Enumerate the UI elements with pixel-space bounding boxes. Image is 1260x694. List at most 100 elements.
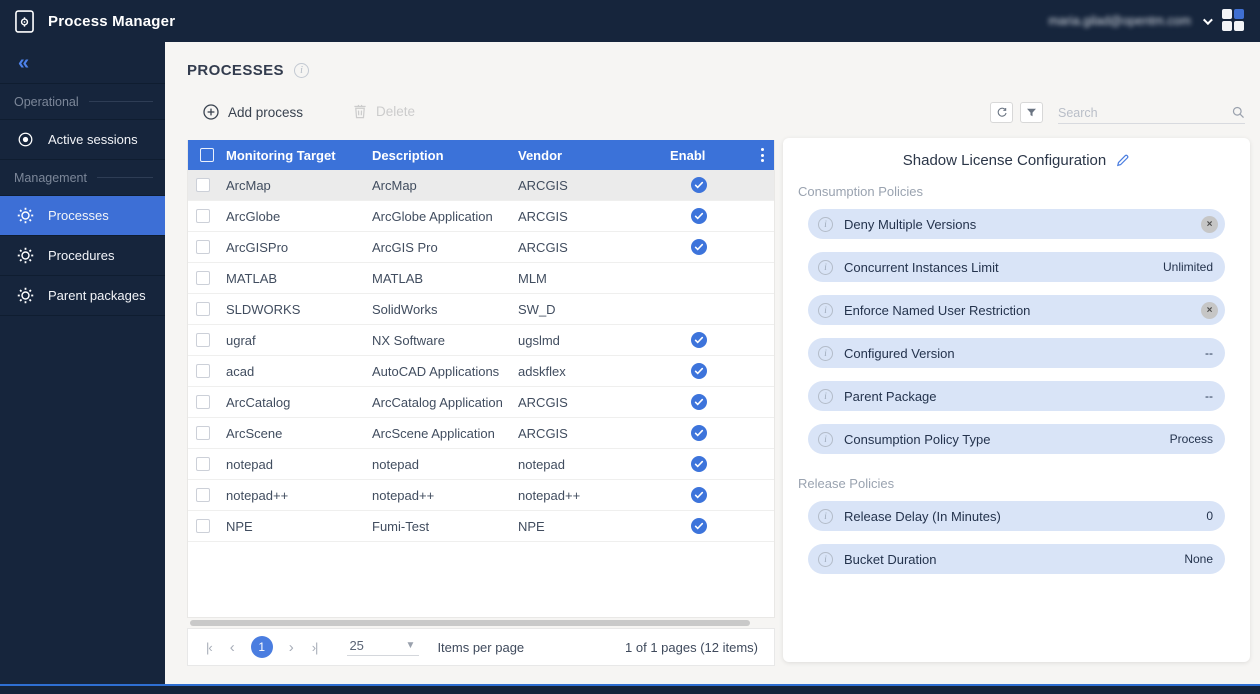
policy-info-icon[interactable]: i — [818, 260, 833, 275]
cell-monitoring-target: ArcGISPro — [218, 240, 364, 255]
policy-value: -- — [1205, 346, 1218, 360]
last-page-button[interactable]: ›| — [312, 640, 318, 655]
row-checkbox[interactable] — [196, 240, 210, 254]
policy-label: Parent Package — [844, 389, 937, 404]
column-header-vendor[interactable]: Vendor — [510, 148, 662, 163]
row-checkbox[interactable] — [196, 333, 210, 347]
row-checkbox[interactable] — [196, 209, 210, 223]
first-page-button[interactable]: |‹ — [206, 640, 212, 655]
policy-info-icon[interactable]: i — [818, 552, 833, 567]
cell-vendor: notepad++ — [510, 488, 662, 503]
row-checkbox[interactable] — [196, 457, 210, 471]
table-row[interactable]: ArcSceneArcScene ApplicationARCGIS — [188, 418, 774, 449]
cell-description: notepad — [364, 457, 510, 472]
policy-pill: iDeny Multiple Versions× — [808, 209, 1225, 239]
table-row[interactable]: notepad++notepad++notepad++ — [188, 480, 774, 511]
grid-square — [1234, 21, 1244, 31]
table-row[interactable]: SLDWORKSSolidWorksSW_D — [188, 294, 774, 325]
user-email[interactable]: maria.gilad@opentm.com — [1048, 14, 1191, 28]
table-row[interactable]: MATLABMATLABMLM — [188, 263, 774, 294]
search-box — [1058, 102, 1245, 124]
column-header-description[interactable]: Description — [364, 148, 510, 163]
row-checkbox[interactable] — [196, 426, 210, 440]
policy-info-icon[interactable]: i — [818, 217, 833, 232]
row-checkbox[interactable] — [196, 271, 210, 285]
policy-info-icon[interactable]: i — [818, 432, 833, 447]
refresh-button[interactable] — [990, 102, 1013, 123]
row-checkbox[interactable] — [196, 364, 210, 378]
enabled-check-icon — [691, 363, 707, 379]
page-size-select[interactable]: 25 ▼ — [347, 638, 419, 656]
refresh-icon — [996, 107, 1008, 119]
user-menu-chevron-icon[interactable] — [1203, 15, 1213, 25]
cell-vendor: ugslmd — [510, 333, 662, 348]
cell-monitoring-target: notepad++ — [218, 488, 364, 503]
cell-vendor: adskflex — [510, 364, 662, 379]
policy-info-icon[interactable]: i — [818, 346, 833, 361]
sidebar-item-procedures[interactable]: Procedures — [0, 236, 165, 276]
policy-label: Consumption Policy Type — [844, 432, 990, 447]
sidebar-item-label: Active sessions — [48, 132, 138, 147]
row-checkbox[interactable] — [196, 395, 210, 409]
enabled-check-icon — [691, 394, 707, 410]
policy-info-icon[interactable]: i — [818, 509, 833, 524]
column-header-monitoring-target[interactable]: Monitoring Target — [218, 148, 364, 163]
search-icon — [1232, 106, 1245, 119]
column-menu-icon[interactable] — [761, 148, 764, 162]
cell-description: AutoCAD Applications — [364, 364, 510, 379]
sidebar-section-management: Management — [0, 160, 165, 196]
funnel-icon — [1026, 107, 1037, 118]
grid-square-blue — [1234, 9, 1244, 19]
column-header-enabled[interactable]: Enabl — [662, 148, 736, 163]
page-number-button[interactable]: 1 — [251, 636, 273, 658]
next-page-button[interactable]: › — [289, 639, 294, 656]
delete-button[interactable]: Delete — [353, 104, 415, 119]
table-header-row: Monitoring Target Description Vendor Ena… — [188, 140, 774, 170]
table-row[interactable]: ArcCatalogArcCatalog ApplicationARCGIS — [188, 387, 774, 418]
cell-vendor: ARCGIS — [510, 209, 662, 224]
row-checkbox[interactable] — [196, 178, 210, 192]
table-row[interactable]: ugrafNX Softwareugslmd — [188, 325, 774, 356]
cell-vendor: MLM — [510, 271, 662, 286]
sidebar-item-processes[interactable]: Processes — [0, 196, 165, 236]
pagination-bar: |‹ ‹ 1 › ›| 25 ▼ Items per page 1 of 1 p… — [187, 628, 775, 666]
table-row[interactable]: NPEFumi-TestNPE — [188, 511, 774, 542]
select-all-checkbox[interactable] — [200, 148, 214, 162]
add-process-button[interactable]: Add process — [203, 104, 303, 120]
filter-button[interactable] — [1020, 102, 1043, 123]
policy-value: Process — [1170, 432, 1218, 446]
policy-pill: iParent Package-- — [808, 381, 1225, 411]
row-checkbox[interactable] — [196, 488, 210, 502]
toggle-off-x-icon[interactable]: × — [1201, 216, 1218, 233]
policy-pill: i Consumption Policy Type Process — [808, 424, 1225, 454]
grid-square — [1222, 9, 1232, 19]
policy-info-icon[interactable]: i — [818, 303, 833, 318]
enabled-check-icon — [691, 518, 707, 534]
row-checkbox[interactable] — [196, 302, 210, 316]
table-row[interactable]: notepadnotepadnotepad — [188, 449, 774, 480]
table-row[interactable]: ArcGlobeArcGlobe ApplicationARCGIS — [188, 201, 774, 232]
sidebar-collapse-button[interactable]: « — [0, 42, 165, 84]
toggle-off-x-icon[interactable]: × — [1201, 302, 1218, 319]
horizontal-scrollbar[interactable] — [190, 620, 750, 626]
cell-vendor: NPE — [510, 519, 662, 534]
release-policies-list: iRelease Delay (In Minutes)0iBucket Dura… — [783, 501, 1250, 574]
enabled-check-icon — [691, 456, 707, 472]
row-checkbox[interactable] — [196, 519, 210, 533]
prev-page-button[interactable]: ‹ — [230, 639, 235, 656]
dropdown-caret-icon: ▼ — [406, 640, 416, 651]
toolbar: Add process Delete — [165, 102, 1260, 128]
edit-pencil-icon[interactable] — [1115, 153, 1130, 168]
app-switcher-icon[interactable] — [1222, 9, 1246, 33]
process-table: Monitoring Target Description Vendor Ena… — [187, 140, 775, 618]
policy-info-icon[interactable]: i — [818, 389, 833, 404]
sidebar-item-parent-packages[interactable]: Parent packages — [0, 276, 165, 316]
page-info-icon[interactable]: i — [294, 63, 309, 78]
search-input[interactable] — [1058, 106, 1232, 120]
cell-description: SolidWorks — [364, 302, 510, 317]
gear-icon — [16, 287, 34, 304]
table-row[interactable]: ArcMapArcMapARCGIS — [188, 170, 774, 201]
table-row[interactable]: ArcGISProArcGIS ProARCGIS — [188, 232, 774, 263]
sidebar-item-active-sessions[interactable]: Active sessions — [0, 120, 165, 160]
table-row[interactable]: acadAutoCAD Applicationsadskflex — [188, 356, 774, 387]
